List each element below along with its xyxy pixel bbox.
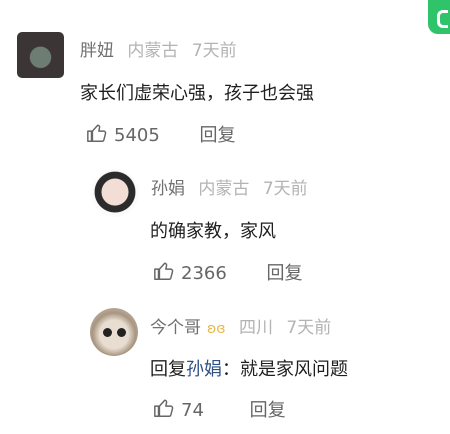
thumbs-up-icon: [154, 262, 174, 280]
username[interactable]: 今个哥: [150, 318, 201, 338]
like-button[interactable]: 5405: [86, 124, 166, 146]
comment-meta: 胖妞 内蒙古 7天前: [80, 36, 237, 61]
comment-meta: 今个哥 ʚɞ 四川 7天前: [150, 313, 331, 338]
reply-button[interactable]: 回复: [267, 263, 303, 284]
cat-avatar[interactable]: [90, 308, 138, 356]
comment-text: 家长们虚荣心强，孩子也会强: [80, 83, 314, 104]
reply-body: ：就是家风问题: [222, 359, 348, 380]
butterfly-badge-icon: ʚɞ: [207, 321, 226, 337]
region-label: 内蒙古: [198, 179, 250, 199]
reply-prefix: 回复: [150, 359, 186, 380]
timestamp: 7天前: [191, 41, 237, 61]
like-count: 2366: [181, 263, 227, 284]
reply-button[interactable]: 回复: [250, 400, 286, 421]
timestamp: 7天前: [286, 318, 332, 338]
comment-actions: 5405 回复: [86, 121, 236, 147]
comment-text: 的确家教，家风: [150, 221, 276, 242]
region-label: 内蒙古: [127, 41, 179, 61]
like-button[interactable]: 2366: [153, 262, 233, 284]
reply-button[interactable]: 回复: [200, 125, 236, 146]
user-avatar[interactable]: [91, 169, 139, 217]
like-count: 74: [181, 400, 204, 421]
like-count: 5405: [114, 125, 160, 146]
comment-text: 回复孙娟：就是家风问题: [150, 355, 348, 381]
region-label: 四川: [239, 318, 273, 338]
comment-actions: 74 回复: [153, 396, 286, 422]
comment-meta: 孙娟 内蒙古 7天前: [151, 174, 308, 199]
timestamp: 7天前: [262, 179, 308, 199]
app-logo: [428, 0, 450, 34]
thumbs-up-icon: [87, 124, 107, 142]
username[interactable]: 孙娟: [151, 179, 185, 199]
comment-actions: 2366 回复: [153, 259, 303, 285]
username[interactable]: 胖妞: [80, 41, 114, 61]
thumbs-up-icon: [154, 399, 174, 417]
mentioned-user[interactable]: 孙娟: [186, 359, 222, 380]
user-avatar[interactable]: [17, 32, 64, 78]
like-button[interactable]: 74: [153, 399, 210, 421]
